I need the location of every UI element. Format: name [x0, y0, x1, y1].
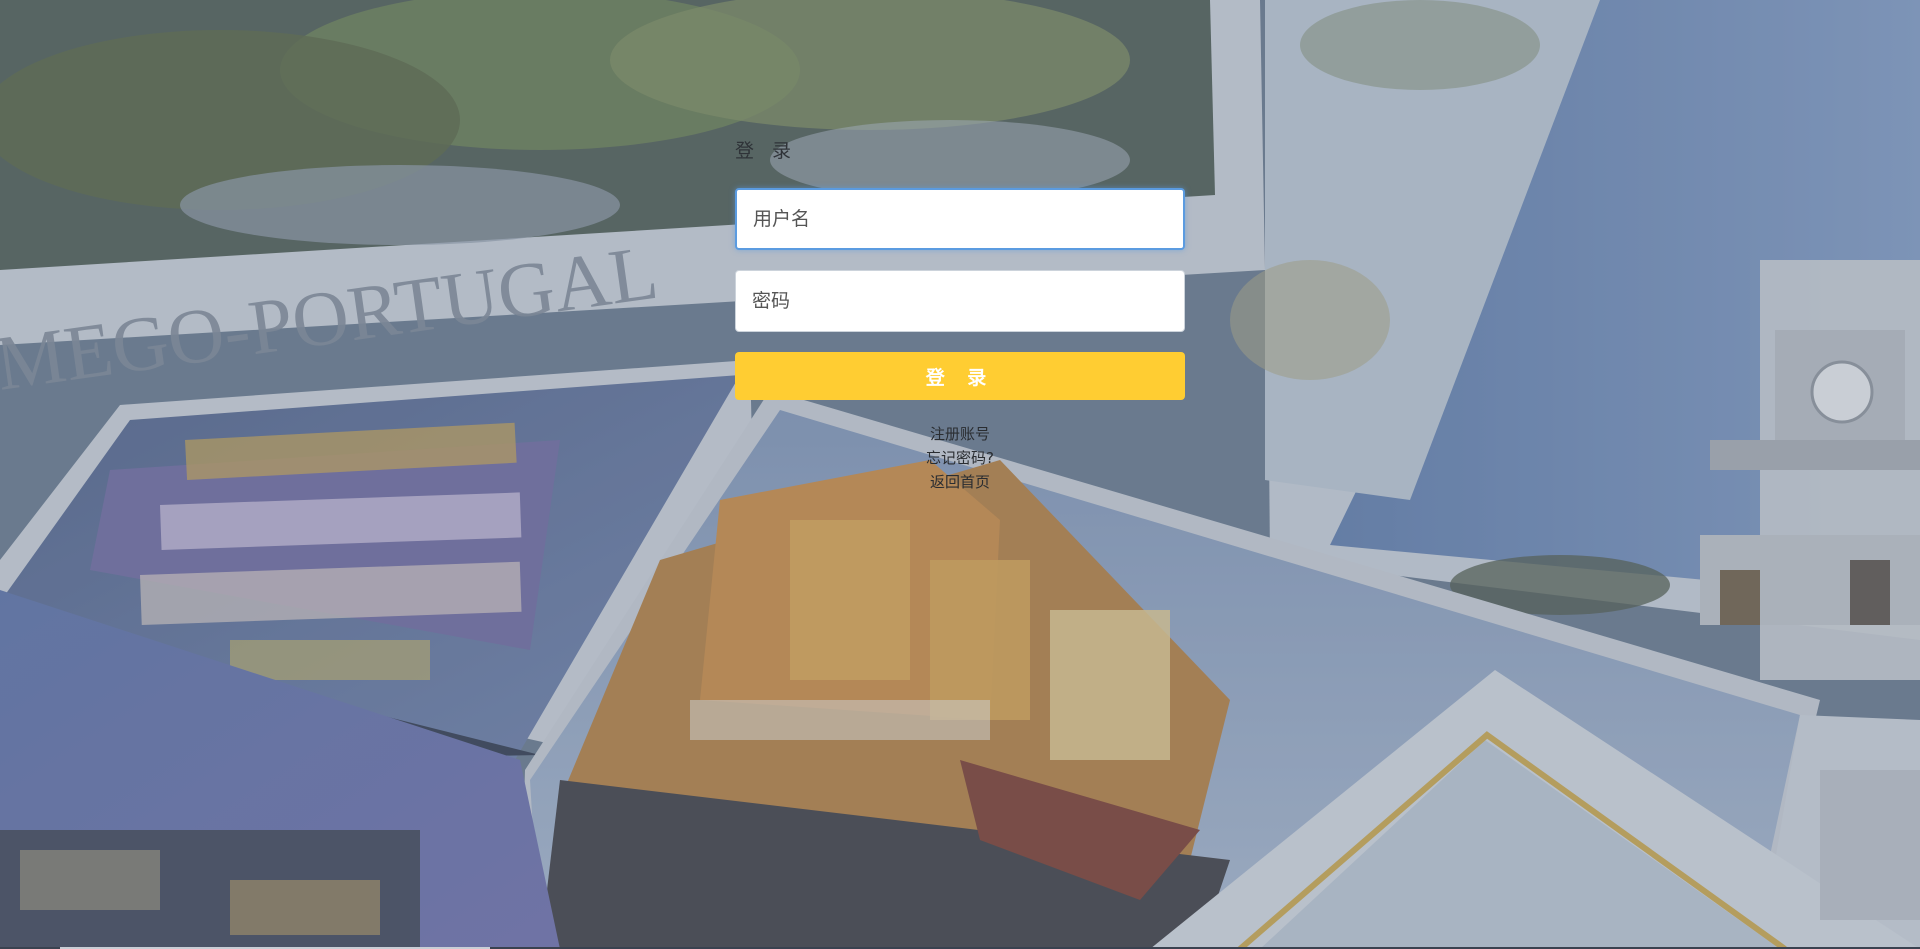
back-home-link[interactable]: 返回首页 [735, 470, 1185, 494]
forgot-password-link[interactable]: 忘记密码? [735, 446, 1185, 470]
login-title: 登 录 [735, 140, 798, 162]
login-button[interactable]: 登 录 [735, 352, 1185, 400]
username-input[interactable] [735, 188, 1185, 250]
login-panel: 登 录 登 录 注册账号 忘记密码? 返回首页 [735, 138, 1185, 494]
register-link[interactable]: 注册账号 [735, 422, 1185, 446]
password-input[interactable] [735, 270, 1185, 332]
auth-links: 注册账号 忘记密码? 返回首页 [735, 422, 1185, 494]
